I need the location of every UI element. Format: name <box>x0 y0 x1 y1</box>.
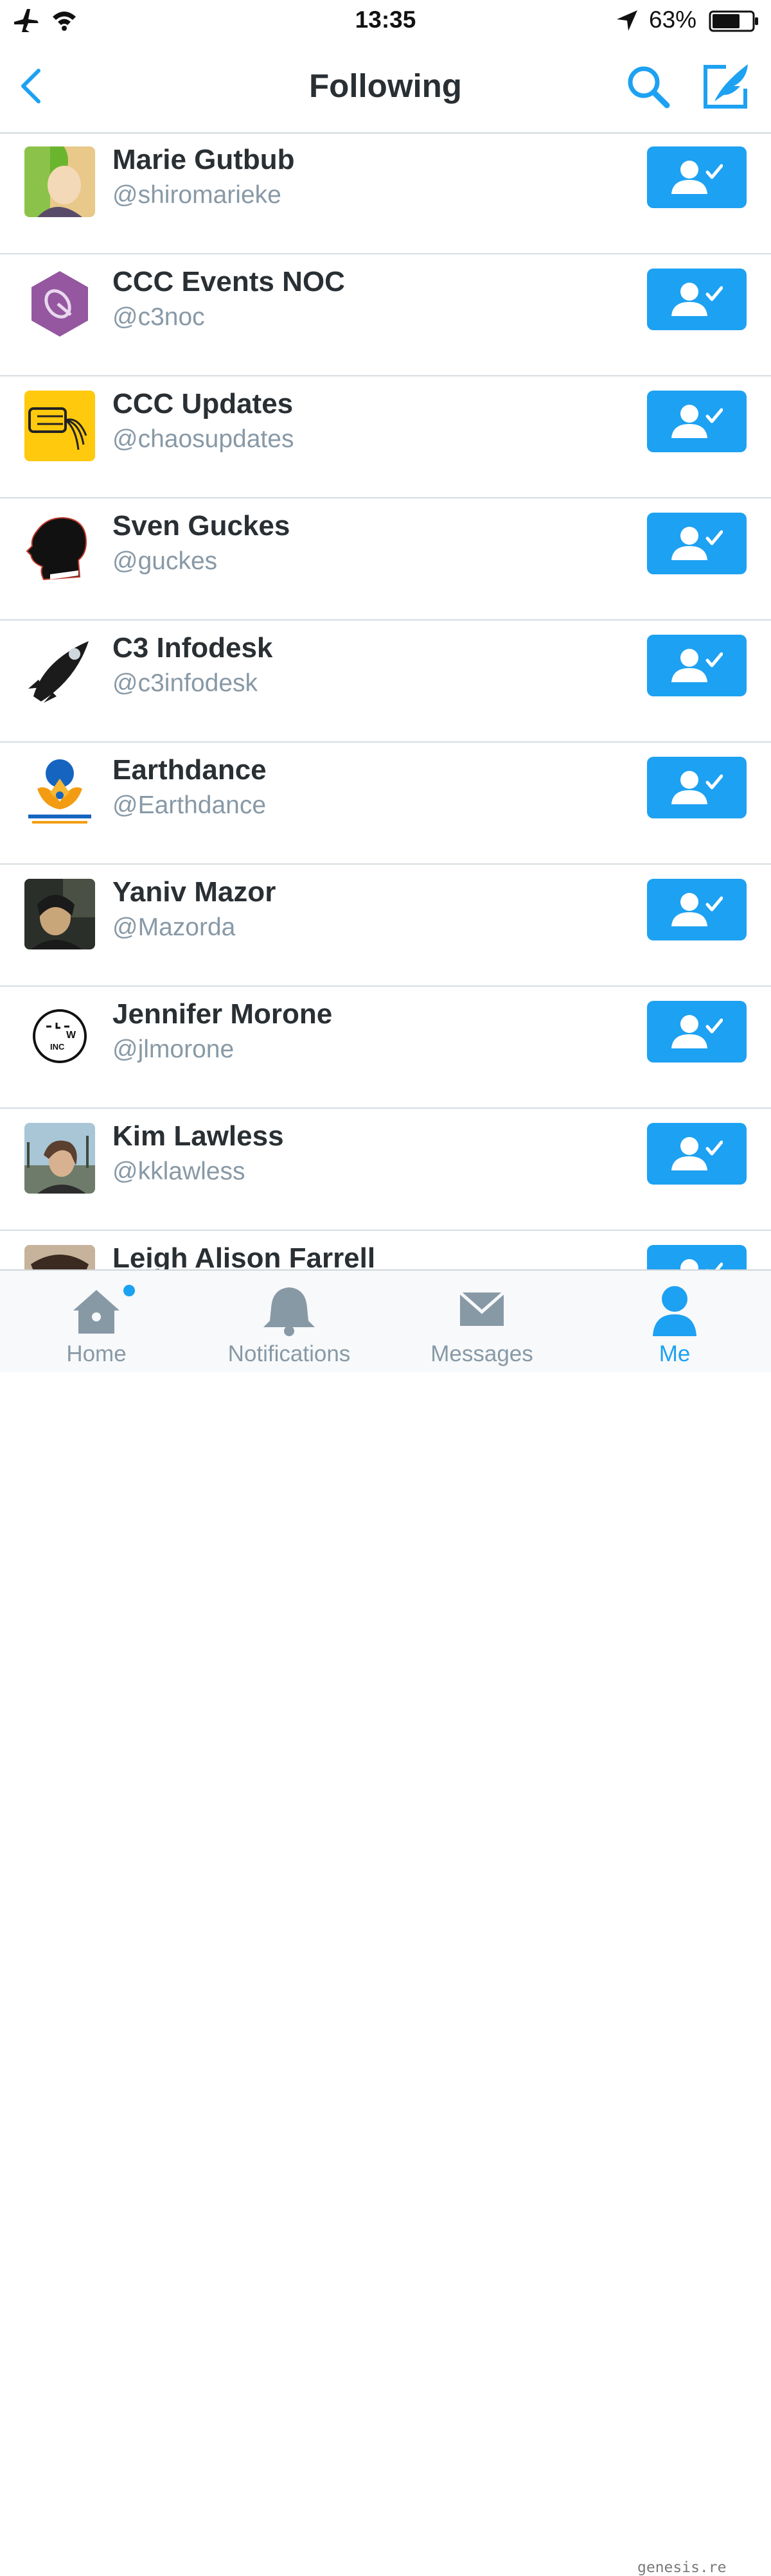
user-name[interactable]: Jennifer Morone <box>112 998 332 1030</box>
user-handle: @guckes <box>112 547 218 575</box>
person-check-icon <box>671 405 723 438</box>
svg-text:W: W <box>66 1030 76 1041</box>
following-button[interactable] <box>647 146 747 208</box>
battery-icon <box>709 10 758 32</box>
list-item[interactable]: Kim Lawless @kklawless <box>0 1109 771 1231</box>
avatar[interactable] <box>24 635 95 705</box>
tab-home[interactable]: Home <box>0 1271 193 1372</box>
user-name[interactable]: Earthdance <box>112 754 267 786</box>
user-name[interactable]: Yaniv Mazor <box>112 876 276 908</box>
watermark-text: genesis.re <box>637 2559 727 2576</box>
user-name[interactable]: CCC Updates <box>112 388 293 420</box>
battery-percent: 63% <box>649 6 697 33</box>
user-handle: @Mazorda <box>112 913 236 941</box>
person-icon <box>653 1286 696 1336</box>
tab-me[interactable]: Me <box>578 1271 771 1372</box>
person-check-icon <box>671 893 723 926</box>
following-button[interactable] <box>647 269 747 330</box>
following-button[interactable] <box>647 635 747 696</box>
user-name[interactable]: Leigh Alison Farrell <box>112 1242 375 1269</box>
avatar[interactable] <box>24 269 95 339</box>
tab-label: Me <box>659 1341 691 1366</box>
following-button[interactable] <box>647 513 747 574</box>
person-check-icon <box>680 1259 723 1269</box>
location-arrow-icon <box>617 10 637 31</box>
person-check-icon <box>671 1137 723 1170</box>
following-list: Marie Gutbub @shiromarieke CCC Events NO… <box>0 132 771 1269</box>
avatar[interactable]: W INC <box>24 1001 95 1072</box>
search-icon[interactable] <box>625 63 672 110</box>
avatar[interactable] <box>24 146 95 217</box>
user-handle: @c3noc <box>112 303 205 331</box>
person-check-icon <box>671 1015 723 1048</box>
user-handle: @jlmorone <box>112 1036 235 1063</box>
bell-icon <box>263 1287 315 1336</box>
following-button[interactable] <box>647 1245 747 1269</box>
person-check-icon <box>671 527 723 560</box>
list-item[interactable]: Sven Guckes @guckes <box>0 498 771 621</box>
person-check-icon <box>671 161 723 194</box>
list-item[interactable]: CCC Events NOC @c3noc <box>0 254 771 376</box>
avatar[interactable] <box>24 391 95 461</box>
compose-tweet-icon[interactable] <box>700 60 752 112</box>
tab-messages[interactable]: Messages <box>386 1271 578 1372</box>
list-item[interactable]: C3 Infodesk @c3infodesk <box>0 621 771 743</box>
list-item[interactable]: W INC Jennifer Morone @jlmorone <box>0 987 771 1109</box>
following-button[interactable] <box>647 879 747 940</box>
person-check-icon <box>671 649 723 682</box>
home-icon <box>73 1290 120 1334</box>
tab-notifications[interactable]: Notifications <box>193 1271 386 1372</box>
user-handle: @chaosupdates <box>112 425 294 453</box>
tab-label: Home <box>66 1341 127 1366</box>
avatar[interactable] <box>24 757 95 827</box>
notification-dot <box>123 1285 135 1296</box>
user-handle: @Earthdance <box>112 791 267 819</box>
svg-text:INC: INC <box>50 1042 65 1052</box>
user-name[interactable]: Kim Lawless <box>112 1120 284 1152</box>
status-bar: 13:35 63% <box>0 0 771 41</box>
list-item[interactable]: Yaniv Mazor @Mazorda <box>0 865 771 987</box>
tab-label: Notifications <box>227 1341 351 1366</box>
following-button[interactable] <box>647 1123 747 1185</box>
user-name[interactable]: CCC Events NOC <box>112 266 345 298</box>
list-item[interactable]: CCC Updates @chaosupdates <box>0 376 771 498</box>
person-check-icon <box>671 283 723 316</box>
list-item[interactable]: Marie Gutbub @shiromarieke <box>0 132 771 254</box>
user-handle: @shiromarieke <box>112 181 281 209</box>
person-check-icon <box>671 771 723 804</box>
avatar[interactable] <box>24 1123 95 1194</box>
list-item[interactable]: Leigh Alison Farrell <box>0 1231 771 1269</box>
user-name[interactable]: Marie Gutbub <box>112 144 295 176</box>
avatar[interactable] <box>24 513 95 583</box>
navigation-bar: Following <box>0 41 771 134</box>
user-handle: @c3infodesk <box>112 669 258 697</box>
following-button[interactable] <box>647 757 747 818</box>
user-handle: @kklawless <box>112 1158 245 1185</box>
list-item[interactable]: Earthdance @Earthdance <box>0 743 771 865</box>
user-name[interactable]: Sven Guckes <box>112 510 290 542</box>
following-button[interactable] <box>647 1001 747 1063</box>
envelope-icon <box>459 1291 505 1326</box>
following-button[interactable] <box>647 391 747 452</box>
avatar[interactable] <box>24 879 95 949</box>
tab-bar: Home Notifications Messages Me genesis.r… <box>0 1269 771 2576</box>
user-name[interactable]: C3 Infodesk <box>112 632 272 664</box>
tab-label: Messages <box>430 1341 533 1366</box>
avatar[interactable] <box>24 1245 95 1269</box>
